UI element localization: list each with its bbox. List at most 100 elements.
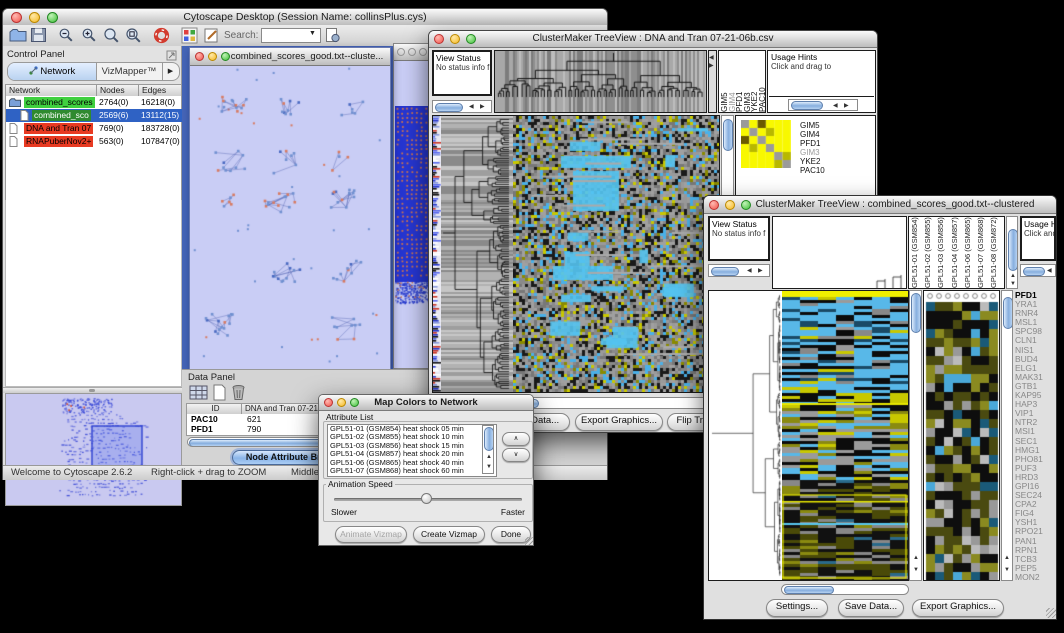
column-label[interactable]: PAC10 [758,52,766,112]
minimize-icon[interactable] [208,52,217,61]
treeview1-titlebar[interactable]: ClusterMaker TreeView : DNA and Tran 07-… [429,31,877,48]
network-view-window[interactable]: combined_scores_good.txt--cluste... [189,47,391,371]
close-icon[interactable] [324,398,333,407]
minimize-icon[interactable] [337,398,346,407]
zoom-window-icon[interactable] [47,12,58,23]
close-icon[interactable] [195,52,204,61]
heatmap-canvas[interactable] [782,291,908,580]
zoom-window-icon[interactable] [350,398,359,407]
minimize-icon[interactable] [450,34,460,44]
tab-network[interactable]: Network [8,63,97,80]
column-label[interactable]: YKE2 [750,52,758,112]
move-down-button[interactable]: ∨ [502,448,530,462]
column-label[interactable]: GPL51-02 (GSM855) [923,217,936,288]
column-dendrogram-canvas[interactable] [773,217,906,288]
create-vizmap-button[interactable]: Create Vizmap [413,526,485,543]
column-header-edges[interactable]: Edges [139,85,181,96]
column-header-nodes[interactable]: Nodes [97,85,139,96]
mini-splitter[interactable]: ◀▶ [708,50,717,113]
column-label[interactable]: GPL51-03 (GSM856) [936,217,949,288]
column-label[interactable]: GIM5 [720,52,728,112]
gene-label[interactable]: GIM5 [800,121,825,130]
save-icon[interactable] [30,27,47,48]
tab-vizmapper[interactable]: VizMapper™ [96,63,163,80]
column-label[interactable]: GPL51-04 (GSM857) [950,217,963,288]
zoom-selected-icon[interactable] [125,27,142,48]
column-label[interactable]: GPL51-01 (GSM854) [910,217,923,288]
gene-label[interactable]: GIM3 [800,148,825,157]
row-dendrogram-canvas[interactable] [709,291,782,580]
animate-vizmap-button[interactable]: Animate Vizmap [335,526,407,543]
close-icon[interactable] [397,48,405,56]
close-icon[interactable] [434,34,444,44]
network-row-combined-scores[interactable]: combined_scores 2764(0) 16218(0) [6,96,185,109]
minimize-icon[interactable] [725,200,735,210]
search-dropdown-icon[interactable]: ▼ [309,30,316,37]
row-selection-ticks-canvas[interactable] [433,116,441,392]
dialog-titlebar[interactable]: Map Colors to Network [319,395,533,411]
zoom-window-icon[interactable] [466,34,476,44]
heatmap-vscrollbar[interactable]: ▲▼ [909,290,922,581]
network-row-combined-sco-selected[interactable]: combined_sco 2569(6) 13112(15) [6,109,185,122]
column-label[interactable]: GPL51-06 (GSM865) [963,217,976,288]
gene-list-vscrollbar[interactable]: ▲▼ [1001,290,1013,581]
zoom-window-icon[interactable] [741,200,751,210]
view-status-scrollbar[interactable]: ◀▶ [708,264,770,277]
open-folder-icon[interactable] [9,27,27,48]
network-row-rnapuber[interactable]: RNAPuberNov2+ 563(0) 107847(0) [6,135,185,148]
heatmap-canvas[interactable] [513,116,719,392]
column-dendrogram-panel[interactable] [494,50,707,113]
treeview2-titlebar[interactable]: ClusterMaker TreeView : combined_scores_… [704,196,1056,214]
zoom-heatmap-canvas[interactable] [741,120,791,168]
column-label[interactable]: GPL51-08 (GSM872) [989,217,1002,288]
minimize-icon[interactable] [408,48,416,56]
view-status-scrollbar[interactable]: ◀▶ [432,100,492,113]
speed-slider-thumb[interactable] [421,493,432,504]
gene-label[interactable]: GIM4 [800,130,825,139]
settings-button[interactable]: Settings... [766,599,828,617]
dense-network-grid-canvas[interactable] [395,106,429,306]
zoom-heatmap-panel[interactable] [923,290,1000,581]
network-view-window-background[interactable] [393,43,431,369]
overview-canvas[interactable] [6,394,179,503]
main-titlebar[interactable]: Cytoscape Desktop (Session Name: collins… [3,9,607,26]
save-data-button[interactable]: Save Data... [838,599,904,617]
column-header-network[interactable]: Network [6,85,97,96]
network-row-dna-tran[interactable]: DNA and Tran 07 769(0) 183728(0) [6,122,185,135]
network-overview-panel[interactable] [5,393,182,506]
resize-grip[interactable] [525,537,533,545]
zoom-window-icon[interactable] [221,52,230,61]
row-dendrogram-canvas[interactable] [441,116,513,392]
minimize-icon[interactable] [29,12,40,23]
zoom-out-icon[interactable] [58,27,74,48]
zoom-in-icon[interactable] [81,27,97,48]
column-dendrogram-panel[interactable] [772,216,907,289]
move-up-button[interactable]: ∧ [502,432,530,446]
gene-label[interactable]: YKE2 [800,157,825,166]
column-label[interactable]: GIM4 [728,52,736,112]
zoom-window-icon[interactable] [419,48,427,56]
export-graphics-button[interactable]: Export Graphics... [575,413,663,431]
zoom-fit-icon[interactable] [103,27,120,48]
network-view-titlebar[interactable]: combined_scores_good.txt--cluste... [190,48,390,66]
column-header-id[interactable]: ID [187,404,242,414]
usage-hints-scrollbar[interactable]: ◀ [1020,264,1056,277]
column-label[interactable]: GPL51-07 (GSM868) [976,217,989,288]
zoom-hscrollbar[interactable]: ◀▶ [788,99,858,111]
close-icon[interactable] [709,200,719,210]
treeview2-hscrollbar[interactable] [781,584,909,595]
tab-overflow-button[interactable]: ▶ [162,63,179,80]
column-label[interactable]: PFD1 [735,52,743,112]
attribute-list-vscrollbar[interactable]: ▲▼ [482,425,494,474]
column-labels-vscrollbar[interactable]: ▲▼ [1006,216,1018,289]
gene-label[interactable]: PAC10 [800,166,825,175]
gene-label[interactable]: PFD1 [800,139,825,148]
column-dendrogram-canvas[interactable] [495,51,706,112]
column-label[interactable]: GIM3 [743,52,751,112]
close-icon[interactable] [11,12,22,23]
attribute-list-item[interactable]: GPL51-07 (GSM868) heat shock 60 min [328,467,496,475]
network-graph-canvas[interactable] [191,66,389,369]
zoom-heatmap-canvas[interactable] [924,291,999,580]
gene-label[interactable]: MON2 [1015,573,1057,581]
resize-grip[interactable] [1046,608,1056,618]
